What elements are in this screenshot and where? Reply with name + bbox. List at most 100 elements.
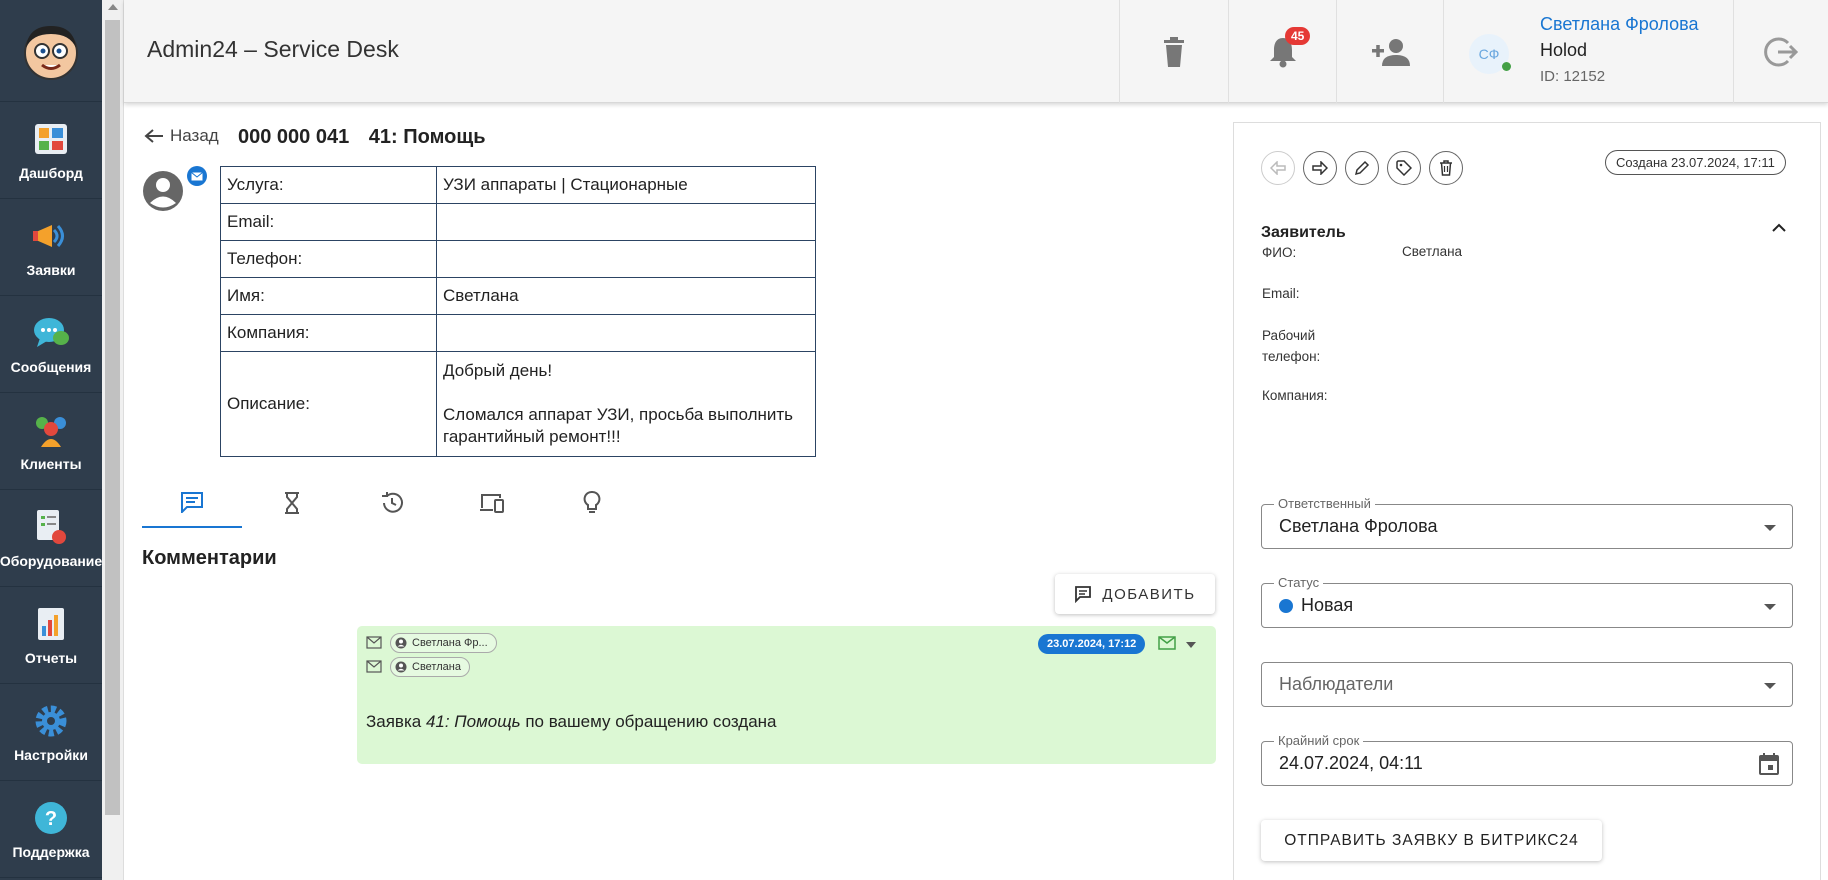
comment-text-suffix: по вашему обращению создана xyxy=(520,712,777,731)
status-label: Статус xyxy=(1274,575,1324,590)
chevron-up-icon[interactable] xyxy=(1772,223,1786,233)
tab-devices[interactable] xyxy=(442,478,542,528)
info-value xyxy=(436,203,816,241)
comment-item: Светлана Фр... Светлана 23.07.2024, 17:1… xyxy=(357,626,1216,764)
info-key: Имя: xyxy=(220,277,437,315)
notifications-button[interactable]: 45 xyxy=(1228,0,1336,103)
ticket-name: 41: Помощь xyxy=(368,126,486,148)
ticket-side-panel: Создана 23.07.2024, 17:11 Заявитель ФИО:… xyxy=(1233,122,1821,880)
tab-comments[interactable] xyxy=(142,478,242,528)
sidebar-item-settings[interactable]: Настройки xyxy=(0,684,102,781)
edit-ticket-button[interactable] xyxy=(1345,151,1379,185)
comment-icon xyxy=(181,492,203,513)
email-label: Email: xyxy=(1262,286,1300,301)
phone-label: Рабочий телефон: xyxy=(1262,325,1320,367)
support-icon: ? xyxy=(31,798,71,838)
logout-button[interactable] xyxy=(1733,0,1828,103)
clients-icon xyxy=(31,410,71,450)
user-name[interactable]: Светлана Фролова xyxy=(1540,14,1698,35)
person-icon xyxy=(395,661,407,673)
calendar-icon[interactable] xyxy=(1758,752,1780,776)
logo[interactable] xyxy=(0,0,102,102)
devices-icon xyxy=(480,494,504,513)
recipient-chip[interactable]: Светлана xyxy=(390,657,470,677)
sender-chip[interactable]: Светлана Фр... xyxy=(390,633,497,653)
table-row: Телефон: xyxy=(220,240,816,278)
person-icon xyxy=(395,637,407,649)
add-user-button[interactable] xyxy=(1336,0,1444,103)
ticket-title: 000 000 041 41: Помощь xyxy=(238,126,500,149)
deadline-field[interactable]: Крайний срок 24.07.2024, 04:11 xyxy=(1261,733,1793,786)
sidebar-item-messages[interactable]: Сообщения xyxy=(0,296,102,393)
info-key: Телефон: xyxy=(220,240,437,278)
sidebar-item-clients[interactable]: Клиенты xyxy=(0,393,102,490)
send-to-bitrix-button[interactable]: ОТПРАВИТЬ ЗАЯВКУ В БИТРИКС24 xyxy=(1261,820,1602,861)
delete-ticket-button[interactable] xyxy=(1429,151,1463,185)
trash-button[interactable] xyxy=(1119,0,1228,103)
tab-history[interactable] xyxy=(342,478,442,528)
add-comment-icon xyxy=(1075,586,1092,603)
prev-ticket-button[interactable] xyxy=(1261,151,1295,185)
deadline-label: Крайний срок xyxy=(1274,733,1364,748)
ticket-tabs xyxy=(142,478,1142,528)
avatar-logo-icon xyxy=(24,25,78,80)
info-key: Компания: xyxy=(220,314,437,352)
page-scrollbar[interactable] xyxy=(102,0,124,880)
sidebar-item-support[interactable]: ? Поддержка xyxy=(0,781,102,878)
status-select[interactable]: Статус Новая xyxy=(1261,575,1793,628)
ticket-main: Назад 000 000 041 41: Помощь Услуга: УЗИ … xyxy=(124,104,1224,880)
sidebar-item-label: Сообщения xyxy=(10,359,92,375)
info-key: Услуга: xyxy=(220,166,437,204)
status-value: Новая xyxy=(1301,595,1354,615)
sidebar-item-label: Заявки xyxy=(26,262,76,278)
dashboard-icon xyxy=(31,119,71,159)
responsible-select[interactable]: Ответственный Светлана Фролова xyxy=(1261,496,1793,549)
sidebar-item-label: Поддержка xyxy=(12,844,90,860)
user-id: ID: 12152 xyxy=(1540,68,1606,85)
forward-ticket-button[interactable] xyxy=(1303,151,1337,185)
comment-ticket-ref: 41: Помощь xyxy=(425,712,521,731)
comment-menu-caret-icon[interactable] xyxy=(1186,642,1196,648)
table-row: Имя: Светлана xyxy=(220,277,816,315)
requester-avatar-icon xyxy=(143,171,183,211)
scroll-up-arrow-icon[interactable] xyxy=(108,4,118,10)
add-comment-label: ДОБАВИТЬ xyxy=(1102,585,1196,603)
scrollbar-thumb[interactable] xyxy=(105,20,120,815)
sidebar-item-dashboard[interactable]: Дашборд xyxy=(0,102,102,199)
arrow-left-icon xyxy=(144,129,163,143)
sidebar-item-tickets[interactable]: Заявки xyxy=(0,199,102,296)
arrow-back-icon xyxy=(1270,161,1286,175)
tab-solutions[interactable] xyxy=(542,478,642,528)
online-status-dot xyxy=(1502,62,1511,71)
sidebar-item-label: Клиенты xyxy=(20,456,82,472)
gear-icon xyxy=(31,701,71,741)
top-header: Admin24 – Service Desk 45 СФ Светлана Фр… xyxy=(124,0,1828,103)
svg-text:?: ? xyxy=(45,808,57,830)
tab-time[interactable] xyxy=(242,478,342,528)
current-user[interactable]: СФ Светлана Фролова Holod ID: 12152 xyxy=(1443,0,1733,103)
sidebar-item-equipment[interactable]: Оборудование xyxy=(0,490,102,587)
watchers-select[interactable]: Наблюдатели xyxy=(1261,662,1793,707)
table-row: Услуга: УЗИ аппараты | Стационарные xyxy=(220,166,816,204)
info-key: Описание: xyxy=(220,351,437,457)
phone-label-line: телефон: xyxy=(1262,349,1321,364)
info-value xyxy=(436,240,816,278)
company-label: Компания: xyxy=(1262,388,1328,403)
table-row: Email: xyxy=(220,203,816,241)
dropdown-caret-icon xyxy=(1764,604,1776,610)
responsible-label: Ответственный xyxy=(1274,496,1375,511)
tag-ticket-button[interactable] xyxy=(1387,151,1421,185)
email-source-icon xyxy=(187,166,207,186)
comment-to-row: Светлана xyxy=(366,657,470,677)
phone-label-line: Рабочий xyxy=(1262,328,1316,343)
back-button[interactable]: Назад xyxy=(144,126,219,146)
add-comment-button[interactable]: ДОБАВИТЬ xyxy=(1055,574,1215,614)
lightbulb-icon xyxy=(583,491,601,513)
status-value-wrap: Новая xyxy=(1279,595,1353,616)
megaphone-icon xyxy=(31,216,71,256)
description-value: Добрый день! Сломался аппарат УЗИ, прось… xyxy=(436,351,816,457)
responsible-value: Светлана Фролова xyxy=(1279,516,1438,536)
sidebar-item-reports[interactable]: Отчеты xyxy=(0,587,102,684)
reports-icon xyxy=(31,604,71,644)
add-user-icon xyxy=(1371,38,1410,66)
